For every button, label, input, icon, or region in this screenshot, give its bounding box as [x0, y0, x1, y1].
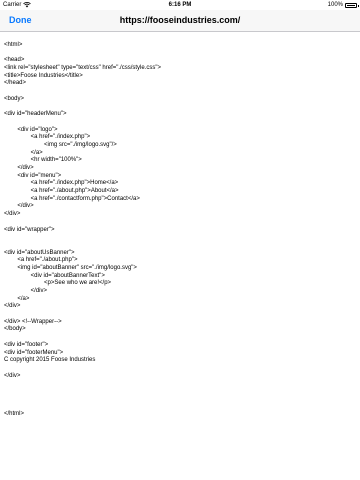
source-line: <a href="./contactform.php">Contact</a> [4, 195, 140, 202]
source-line: <body> [4, 95, 25, 102]
battery-icon [345, 2, 359, 8]
source-line: <img id="aboutBanner" src="./img/logo.sv… [4, 264, 137, 271]
source-line: </div> [4, 372, 21, 379]
source-line [4, 388, 354, 396]
source-line [4, 50, 354, 58]
source-line: <html> [4, 42, 23, 48]
source-line: <div id="aboutBannerText"> [4, 272, 105, 279]
source-line: C copyright 2015 Foose Industries [4, 357, 96, 364]
source-line: <hr width="100%"> [4, 157, 82, 164]
source-line [4, 119, 354, 127]
source-line [4, 242, 354, 250]
source-line: <div id="headerMenu"> [4, 111, 67, 118]
source-line: <div id="wrapper"> [4, 226, 55, 233]
source-line: <a href="./index.php"> [4, 134, 91, 141]
source-line: </html> [4, 411, 25, 417]
navigation-bar: Done https://fooseindustries.com/ [0, 10, 360, 32]
source-line: </head> [4, 80, 27, 87]
source-line: </div> [4, 288, 48, 294]
source-line: </div> [4, 203, 34, 210]
source-line: <a href="./about.php"> [4, 257, 78, 264]
source-line: <a href="./about.php">About</a> [4, 188, 119, 195]
source-line: <div id="footer"> [4, 341, 49, 348]
source-line: <div id="aboutUsBanner"> [4, 249, 75, 256]
source-line: <title>Foose Industries</title> [4, 72, 83, 79]
source-line: <img src="./img/logo.svg"/> [4, 141, 117, 148]
source-line: <p>See who we are!</p> [4, 280, 112, 287]
source-line [4, 403, 354, 411]
status-time: 6:16 PM [168, 2, 192, 8]
page-source-text: <html> <head> <link rel="stylesheet" type=… [4, 42, 354, 419]
source-line [4, 88, 354, 96]
source-line: </body> [4, 326, 26, 333]
source-line: <div id="footerMenu"> [4, 349, 64, 356]
source-line [4, 234, 354, 242]
source-line [4, 365, 354, 373]
source-line: <div id="logo"> [4, 126, 58, 133]
source-line [4, 219, 354, 227]
source-line: <div id="menu"> [4, 172, 62, 179]
source-line: </div> <!--Wrapper--> [4, 318, 62, 325]
source-line [4, 311, 354, 319]
source-line: </a> [4, 149, 43, 156]
source-line: <a href="./index.php">Home</a> [4, 180, 119, 187]
source-line: <link rel="stylesheet" type="text/css" h… [4, 65, 162, 72]
source-line: </div> [4, 211, 21, 218]
source-line [4, 380, 354, 388]
source-line [4, 104, 354, 112]
page-url-title: https://fooseindustries.com/ [119, 15, 241, 25]
status-right: 100% [327, 0, 359, 10]
source-line: </div> [4, 165, 34, 171]
status-bar: Carrier 6:16 PM 100% [0, 0, 360, 10]
source-line [4, 396, 354, 404]
source-line: </div> [4, 303, 21, 310]
source-line: </a> [4, 295, 30, 302]
battery-percent: 100% [327, 2, 343, 8]
source-line: <head> [4, 57, 25, 64]
source-line [4, 334, 354, 342]
